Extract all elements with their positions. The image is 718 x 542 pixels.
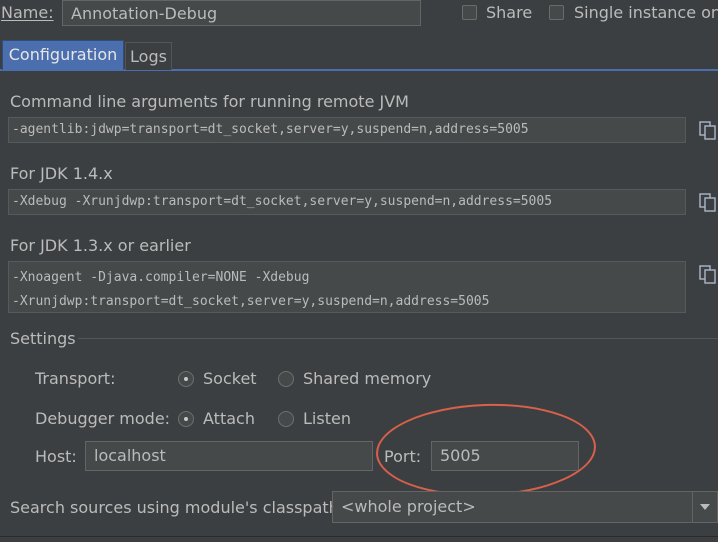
debugger-mode-listen-label[interactable]: Listen xyxy=(303,409,351,428)
name-input[interactable]: Annotation-Debug xyxy=(62,0,421,26)
remote-jvm-label: Command line arguments for running remot… xyxy=(10,92,409,111)
jdk13-args-field[interactable]: -Xnoagent -Djava.compiler=NONE -Xdebug -… xyxy=(8,261,686,313)
jdk13-label: For JDK 1.3.x or earlier xyxy=(10,236,191,255)
transport-socket-radio[interactable] xyxy=(178,371,194,387)
tab-logs[interactable]: Logs xyxy=(125,42,172,70)
name-label-text: Name: xyxy=(1,3,54,22)
bottom-border xyxy=(0,536,718,542)
tab-configuration[interactable]: Configuration xyxy=(2,40,124,70)
dropdown-arrow-button[interactable] xyxy=(692,492,717,522)
settings-separator xyxy=(78,338,718,339)
copy-icon[interactable] xyxy=(698,120,718,140)
single-instance-label[interactable]: Single instance only xyxy=(574,3,718,22)
classpath-value: <whole project> xyxy=(341,497,476,516)
jdk13-args-line1: -Xnoagent -Djava.compiler=NONE -Xdebug xyxy=(12,270,310,285)
copy-icon[interactable] xyxy=(698,192,718,212)
jdk13-args-line2: -Xrunjdwp:transport=dt_socket,server=y,s… xyxy=(12,294,490,309)
jdk14-args-value: -Xdebug -Xrunjdwp:transport=dt_socket,se… xyxy=(12,194,553,209)
remote-jvm-args-value: -agentlib:jdwp=transport=dt_socket,serve… xyxy=(12,122,529,137)
jdk14-args-field[interactable]: -Xdebug -Xrunjdwp:transport=dt_socket,se… xyxy=(8,189,686,215)
host-value: localhost xyxy=(94,446,166,465)
single-instance-checkbox[interactable] xyxy=(549,5,564,20)
chevron-down-icon xyxy=(700,504,710,510)
debugger-mode-listen-radio[interactable] xyxy=(278,411,294,427)
remote-jvm-args-field[interactable]: -agentlib:jdwp=transport=dt_socket,serve… xyxy=(8,117,686,143)
host-label: Host: xyxy=(35,447,77,466)
classpath-select[interactable]: <whole project> xyxy=(332,491,718,523)
jdk14-label: For JDK 1.4.x xyxy=(10,164,113,183)
name-label: Name: xyxy=(1,3,54,22)
transport-shared-memory-label[interactable]: Shared memory xyxy=(303,369,431,388)
transport-socket-label[interactable]: Socket xyxy=(203,369,257,388)
tab-configuration-label: Configuration xyxy=(8,45,118,64)
debugger-mode-label: Debugger mode: xyxy=(35,409,171,428)
debugger-mode-attach-label[interactable]: Attach xyxy=(203,409,255,428)
share-checkbox[interactable] xyxy=(462,5,477,20)
host-input[interactable]: localhost xyxy=(85,441,373,471)
name-value: Annotation-Debug xyxy=(71,4,218,23)
classpath-label: Search sources using module's classpath: xyxy=(10,498,345,517)
copy-icon[interactable] xyxy=(698,264,718,284)
settings-title: Settings xyxy=(10,329,76,348)
transport-shared-memory-radio[interactable] xyxy=(278,371,294,387)
transport-label: Transport: xyxy=(35,369,116,388)
debugger-mode-attach-radio[interactable] xyxy=(178,411,194,427)
tab-logs-label: Logs xyxy=(130,47,167,66)
annotation-ellipse xyxy=(374,400,598,500)
share-label[interactable]: Share xyxy=(486,3,532,22)
